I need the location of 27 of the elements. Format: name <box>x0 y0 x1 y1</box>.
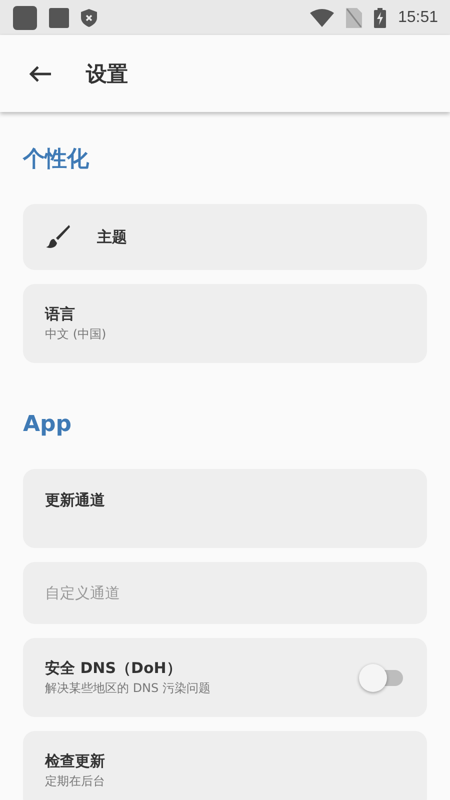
item-subtitle: 定期在后台 <box>45 772 106 790</box>
item-title: 主题 <box>97 228 128 246</box>
shield-icon <box>81 8 97 26</box>
item-subtitle: 中文 (中国) <box>45 326 108 342</box>
notification-icon <box>13 6 37 30</box>
settings-item[interactable]: 主题 <box>23 204 427 270</box>
clock: 15:51 <box>398 8 438 26</box>
toggle-switch[interactable] <box>359 662 405 692</box>
settings-item[interactable]: 更新通道 <box>23 469 427 548</box>
brush-icon <box>45 224 71 250</box>
item-title: 自定义通道 <box>45 584 121 602</box>
screen-title: 设置 <box>86 60 128 88</box>
settings-item[interactable]: 语言 中文 (中国) <box>23 284 427 363</box>
notification-icon <box>49 8 69 28</box>
section-header: 个性化 <box>23 146 90 174</box>
no-sim-icon <box>346 8 362 28</box>
wifi-icon <box>310 8 334 26</box>
back-icon[interactable] <box>28 64 52 82</box>
battery-charging-icon <box>374 8 386 28</box>
item-subtitle: 解决某些地区的 DNS 污染问题 <box>45 680 212 696</box>
item-title: 语言 <box>45 304 76 324</box>
section-header: App <box>23 410 73 438</box>
settings-item[interactable]: 安全 DNS（DoH） 解决某些地区的 DNS 污染问题 <box>23 638 427 717</box>
item-title: 更新通道 <box>45 491 106 510</box>
item-title: 检查更新 <box>45 752 106 770</box>
item-title: 安全 DNS（DoH） <box>45 658 182 678</box>
settings-item[interactable]: 检查更新 定期在后台 <box>23 731 427 800</box>
